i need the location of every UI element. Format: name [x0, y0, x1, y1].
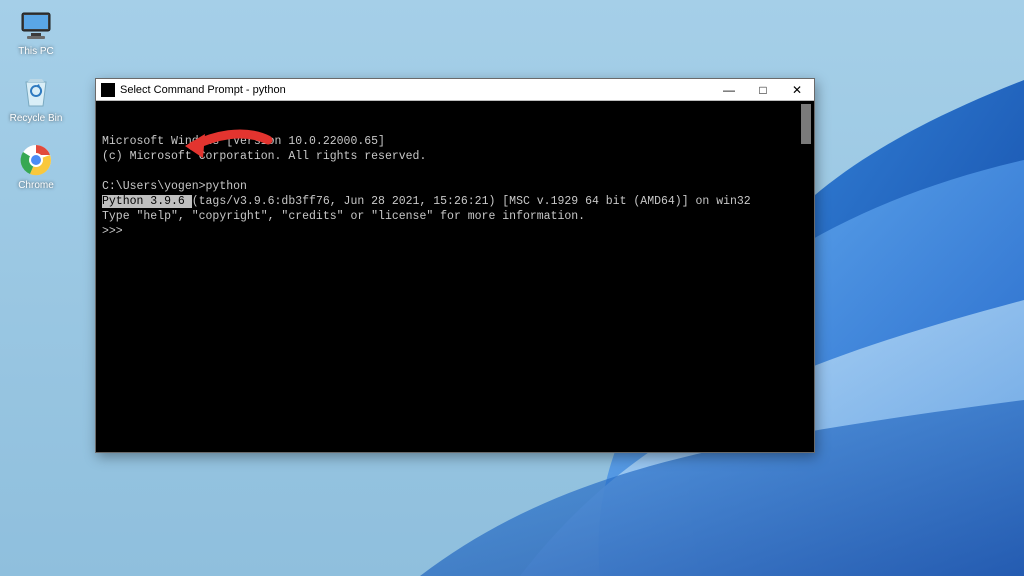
repl-prompt: >>>: [102, 225, 123, 238]
close-button[interactable]: ✕: [780, 79, 814, 101]
terminal-line: Microsoft Windows [Version 10.0.22000.65…: [102, 135, 385, 148]
terminal-line: (c) Microsoft Corporation. All rights re…: [102, 150, 426, 163]
scrollbar-thumb[interactable]: [801, 104, 811, 144]
terminal-line: Type "help", "copyright", "credits" or "…: [102, 210, 585, 223]
desktop-icon-chrome[interactable]: Chrome: [6, 142, 66, 191]
titlebar[interactable]: Select Command Prompt - python — □ ✕: [96, 79, 814, 101]
chrome-icon: [18, 142, 54, 178]
window-controls: — □ ✕: [712, 79, 814, 101]
this-pc-icon: [18, 8, 54, 44]
cmd-icon: [101, 83, 115, 97]
desktop-icon-label: Recycle Bin: [10, 113, 63, 124]
desktop-icon-this-pc[interactable]: This PC: [6, 8, 66, 57]
terminal-command: python: [206, 180, 247, 193]
python-version-rest: (tags/v3.9.6:db3ff76, Jun 28 2021, 15:26…: [192, 195, 751, 208]
desktop-icons: This PC Recycle Bin Chrome: [6, 8, 66, 191]
desktop-icon-label: Chrome: [18, 180, 54, 191]
desktop-icon-label: This PC: [18, 46, 54, 57]
command-prompt-window: Select Command Prompt - python — □ ✕ Mic…: [95, 78, 815, 453]
terminal-prompt-path: C:\Users\yogen>: [102, 180, 206, 193]
terminal-area[interactable]: Microsoft Windows [Version 10.0.22000.65…: [96, 101, 814, 452]
recycle-bin-icon: [18, 75, 54, 111]
desktop-icon-recycle-bin[interactable]: Recycle Bin: [6, 75, 66, 124]
window-title: Select Command Prompt - python: [120, 84, 712, 96]
minimize-button[interactable]: —: [712, 79, 746, 101]
maximize-button[interactable]: □: [746, 79, 780, 101]
python-version-highlight: Python 3.9.6: [102, 195, 192, 208]
